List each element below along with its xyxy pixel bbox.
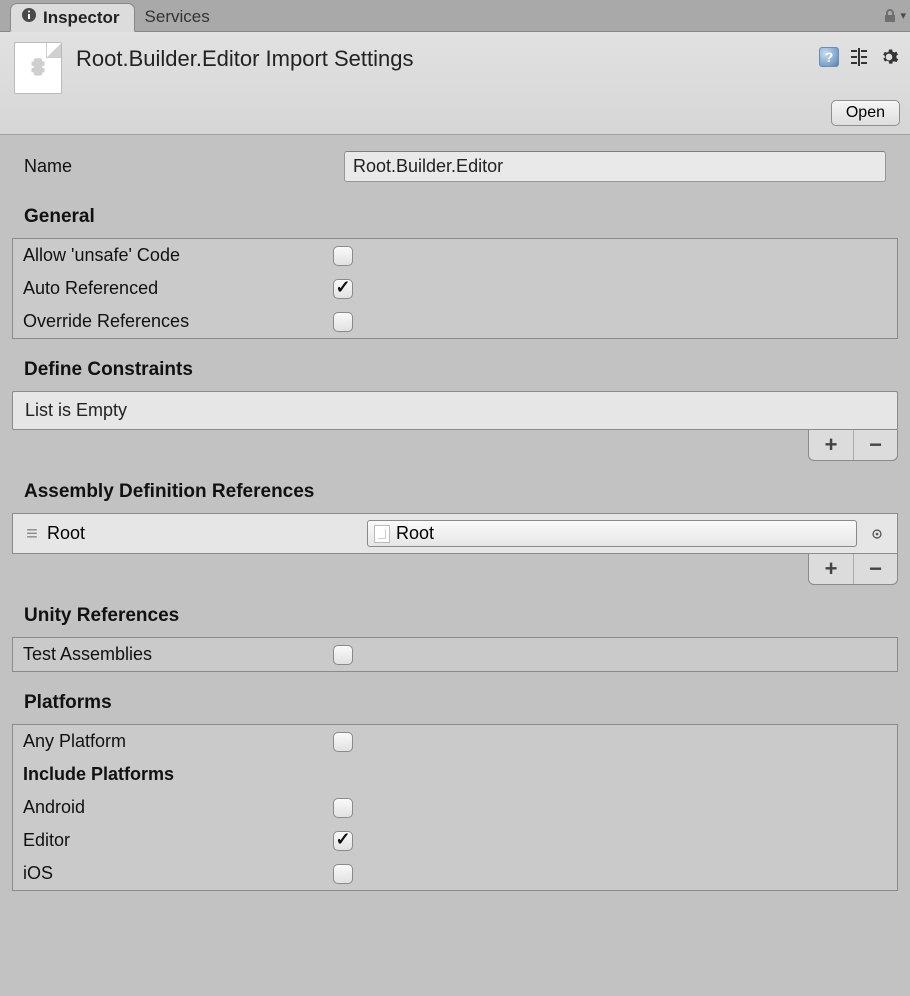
name-input[interactable]	[344, 151, 886, 182]
any-platform-checkbox[interactable]	[333, 732, 353, 752]
asm-ref-row: ≡ Root Root	[12, 513, 898, 554]
unity-refs-box: Test Assemblies	[12, 637, 898, 672]
help-icon[interactable]: ?	[818, 46, 840, 68]
info-icon	[21, 7, 37, 28]
asm-ref-label: Root	[47, 523, 359, 544]
asm-refs-remove-button[interactable]: −	[853, 554, 897, 584]
test-assemblies-checkbox[interactable]	[333, 645, 353, 665]
auto-referenced-checkbox[interactable]	[333, 279, 353, 299]
tab-services[interactable]: Services	[135, 2, 224, 31]
define-constraints-add-button[interactable]: +	[809, 430, 853, 460]
override-references-label: Override References	[23, 311, 333, 332]
panel-menu-caret-icon[interactable]: ▾	[900, 9, 906, 22]
section-asm-refs: Assembly Definition References	[10, 461, 900, 513]
platform-android-label: Android	[23, 797, 333, 818]
define-constraints-remove-button[interactable]: −	[853, 430, 897, 460]
tab-label: Services	[145, 7, 210, 27]
platform-editor-checkbox[interactable]	[333, 831, 353, 851]
lock-icon[interactable]	[882, 8, 898, 24]
any-platform-label: Any Platform	[23, 731, 333, 752]
platforms-box: Any Platform Include Platforms Android E…	[12, 724, 898, 891]
open-button[interactable]: Open	[831, 100, 900, 126]
asm-ref-object-field[interactable]: Root	[367, 520, 857, 547]
auto-referenced-label: Auto Referenced	[23, 278, 333, 299]
asm-ref-value: Root	[396, 523, 850, 544]
section-define-constraints: Define Constraints	[10, 339, 900, 391]
inspector-body: Name General Allow 'unsafe' Code Auto Re…	[0, 135, 910, 891]
general-box: Allow 'unsafe' Code Auto Referenced Over…	[12, 238, 898, 339]
platform-android-checkbox[interactable]	[333, 798, 353, 818]
test-assemblies-label: Test Assemblies	[23, 644, 333, 665]
platform-ios-checkbox[interactable]	[333, 864, 353, 884]
asmdef-mini-icon	[374, 525, 390, 543]
name-label: Name	[24, 156, 344, 177]
platform-ios-label: iOS	[23, 863, 333, 884]
allow-unsafe-label: Allow 'unsafe' Code	[23, 245, 333, 266]
tab-inspector[interactable]: Inspector	[10, 3, 135, 32]
drag-handle-icon[interactable]: ≡	[21, 530, 39, 538]
allow-unsafe-checkbox[interactable]	[333, 246, 353, 266]
asm-refs-add-button[interactable]: +	[809, 554, 853, 584]
tab-label: Inspector	[43, 8, 120, 28]
asset-title: Root.Builder.Editor Import Settings	[76, 42, 818, 72]
section-unity-refs: Unity References	[10, 585, 900, 637]
asset-header: Root.Builder.Editor Import Settings ? Op…	[0, 32, 910, 135]
include-platforms-title: Include Platforms	[23, 764, 333, 785]
asset-type-icon	[14, 42, 62, 94]
override-references-checkbox[interactable]	[333, 312, 353, 332]
define-constraints-empty: List is Empty	[12, 391, 898, 430]
presets-icon[interactable]	[848, 46, 870, 68]
section-general: General	[10, 186, 900, 238]
gear-icon[interactable]	[878, 46, 900, 68]
object-picker-icon[interactable]	[865, 522, 889, 546]
tab-bar: Inspector Services ▾	[0, 0, 910, 32]
section-platforms: Platforms	[10, 672, 900, 724]
platform-editor-label: Editor	[23, 830, 333, 851]
